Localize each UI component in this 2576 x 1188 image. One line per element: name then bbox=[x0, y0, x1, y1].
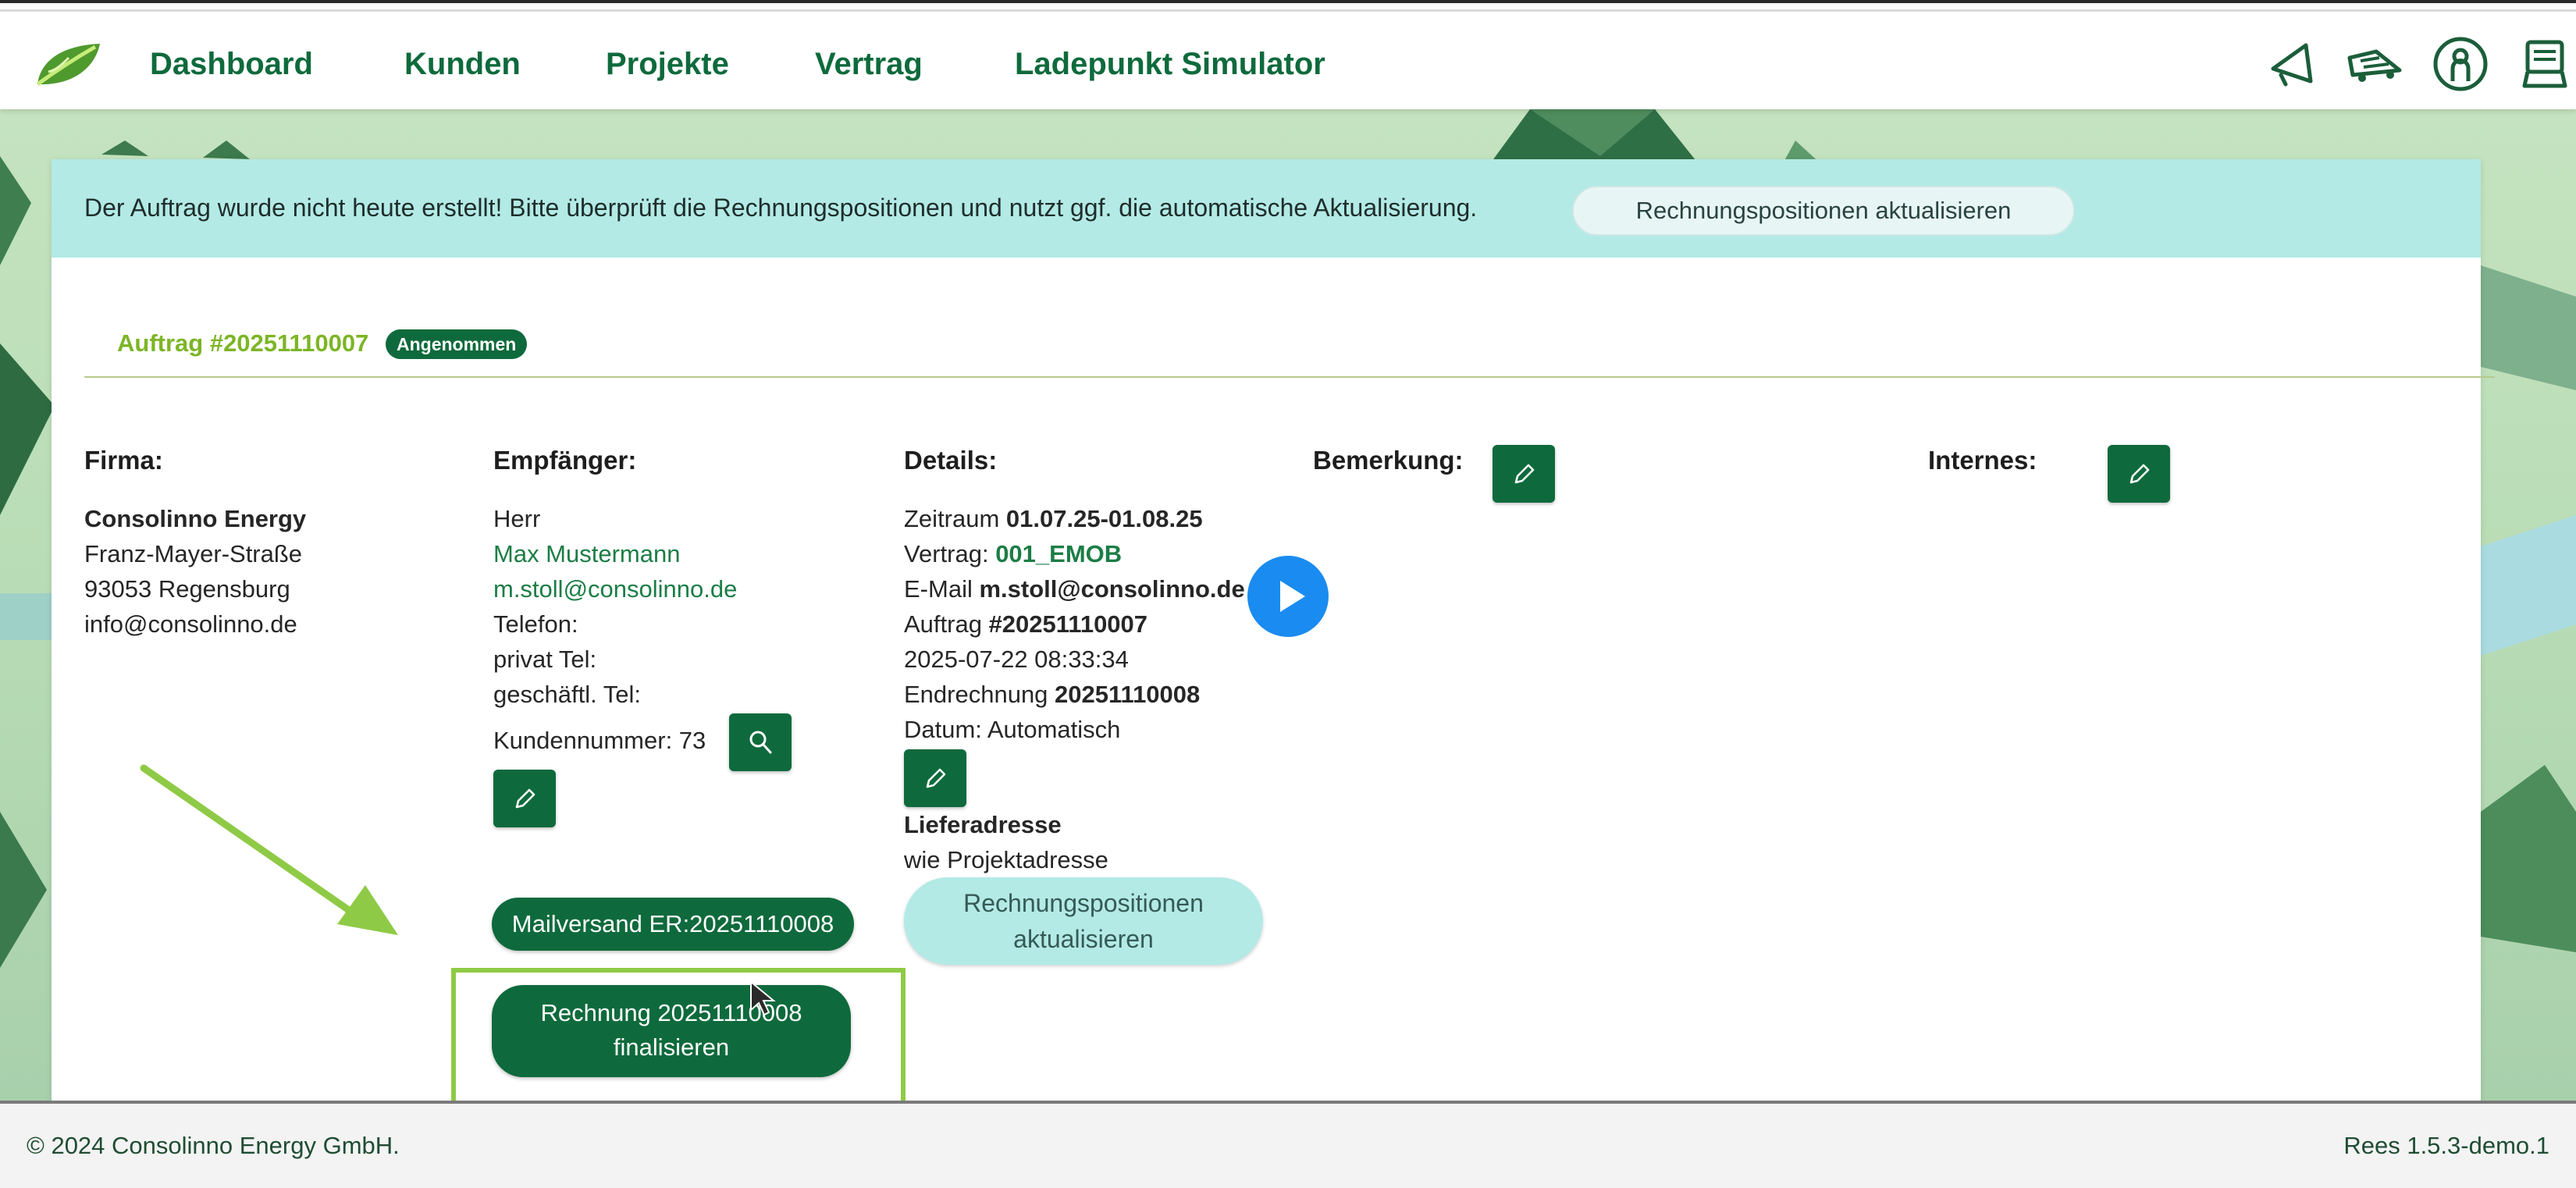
pencil-icon bbox=[515, 788, 535, 809]
pencil-icon bbox=[1514, 464, 1535, 484]
status-badge: Angenommen bbox=[386, 329, 528, 359]
pencil-icon bbox=[926, 768, 946, 788]
nav-vertrag[interactable]: Vertrag bbox=[815, 39, 923, 89]
order-number: #20251110007 bbox=[209, 329, 369, 357]
auftrag-value: #20251110007 bbox=[988, 610, 1148, 638]
endrechnung-label: Endrechnung bbox=[904, 681, 1055, 708]
order-title-prefix: Auftrag bbox=[117, 329, 210, 357]
update-positions-label-line1: Rechnungspositionen bbox=[963, 889, 1204, 917]
update-positions-button[interactable]: Rechnungspositionen aktualisieren bbox=[904, 877, 1263, 965]
firma-email: info@consolinno.de bbox=[84, 610, 297, 638]
details-auftrag: Auftrag #20251110007 bbox=[904, 606, 1147, 642]
top-rule bbox=[0, 9, 2576, 12]
play-icon bbox=[1280, 581, 1305, 612]
email-label: E-Mail bbox=[904, 575, 980, 603]
zeitraum-value: 01.07.25-01.08.25 bbox=[1005, 505, 1203, 532]
zeitraum-label: Zeitraum bbox=[904, 505, 1006, 532]
firma-name: Consolinno Energy bbox=[84, 505, 307, 532]
details-timestamp: 2025-07-22 08:33:34 bbox=[904, 646, 1129, 673]
section-divider bbox=[84, 376, 2495, 378]
cart-icon[interactable] bbox=[2515, 34, 2574, 94]
email-value: m.stoll@consolinno.de bbox=[979, 575, 1245, 603]
nav-projekte[interactable]: Projekte bbox=[606, 39, 729, 89]
truck-icon[interactable] bbox=[2345, 34, 2404, 94]
empfaenger-privat-tel: privat Tel: bbox=[493, 646, 597, 673]
user-icon[interactable] bbox=[2431, 34, 2490, 94]
details-email: E-Mail m.stoll@consolinno.de bbox=[904, 571, 1245, 606]
mailversand-button[interactable]: Mailversand ER:20251110008 bbox=[492, 898, 854, 951]
mouse-cursor-icon bbox=[750, 980, 776, 1016]
details-datum: Datum: Automatisch bbox=[904, 716, 1121, 743]
top-navigation-bar: Dashboard Kunden Projekte Vertrag Ladepu… bbox=[0, 0, 2576, 109]
edit-details-button[interactable] bbox=[904, 749, 966, 807]
pencil-icon bbox=[2129, 464, 2150, 484]
search-customer-button[interactable] bbox=[729, 713, 792, 771]
search-icon bbox=[749, 731, 772, 754]
edit-recipient-button[interactable] bbox=[493, 770, 556, 827]
nav-kunden[interactable]: Kunden bbox=[404, 39, 521, 89]
nav-ladepunkt-simulator[interactable]: Ladepunkt Simulator bbox=[1015, 39, 1325, 89]
footer-version: Rees 1.5.3-demo.1 bbox=[2343, 1132, 2549, 1159]
update-positions-label-line2: aktualisieren bbox=[1013, 925, 1154, 953]
megaphone-icon[interactable] bbox=[2262, 34, 2322, 94]
details-vertrag: Vertrag: 001_EMOB bbox=[904, 536, 1122, 571]
empfaenger-heading: Empfänger: bbox=[493, 446, 637, 475]
lieferadresse-value: wie Projektadresse bbox=[904, 846, 1108, 873]
endrechnung-value: 20251110008 bbox=[1055, 681, 1201, 708]
empfaenger-geschaeftl-tel: geschäftl. Tel: bbox=[493, 681, 641, 708]
empfaenger-salutation: Herr bbox=[493, 505, 541, 532]
auftrag-label: Auftrag bbox=[904, 610, 989, 638]
vertrag-label: Vertrag: bbox=[904, 540, 996, 567]
kundennummer: Kundennummer: 73 bbox=[493, 727, 706, 754]
footer: © 2024 Consolinno Energy GmbH. Rees 1.5.… bbox=[0, 1101, 2576, 1188]
banner-update-positions-button[interactable]: Rechnungspositionen aktualisieren bbox=[1572, 186, 2075, 236]
vertrag-link[interactable]: 001_EMOB bbox=[995, 540, 1122, 567]
empfaenger-name-link[interactable]: Max Mustermann bbox=[493, 536, 680, 571]
internes-heading: Internes: bbox=[1928, 446, 2037, 475]
edit-internes-button[interactable] bbox=[2108, 445, 2170, 503]
empfaenger-telefon: Telefon: bbox=[493, 610, 578, 638]
order-title: Auftrag #20251110007 bbox=[117, 326, 368, 361]
annotation-highlight-box bbox=[451, 968, 906, 1105]
details-heading: Details: bbox=[904, 446, 998, 475]
leaf-logo-icon[interactable] bbox=[33, 41, 103, 89]
firma-street: Franz-Mayer-Straße bbox=[84, 540, 303, 567]
nav-dashboard[interactable]: Dashboard bbox=[150, 39, 313, 89]
warning-banner: Der Auftrag wurde nicht heute erstellt! … bbox=[52, 159, 2481, 258]
firma-heading: Firma: bbox=[84, 446, 163, 475]
video-play-button[interactable] bbox=[1247, 556, 1329, 637]
firma-city: 93053 Regensburg bbox=[84, 575, 290, 603]
bemerkung-heading: Bemerkung: bbox=[1313, 446, 1464, 475]
empfaenger-email-link[interactable]: m.stoll@consolinno.de bbox=[493, 571, 737, 606]
details-endrechnung: Endrechnung 20251110008 bbox=[904, 677, 1200, 712]
annotation-arrow bbox=[140, 764, 398, 935]
footer-copyright: © 2024 Consolinno Energy GmbH. bbox=[27, 1132, 400, 1159]
lieferadresse-heading: Lieferadresse bbox=[904, 811, 1062, 838]
details-zeitraum: Zeitraum 01.07.25-01.08.25 bbox=[904, 501, 1203, 536]
edit-bemerkung-button[interactable] bbox=[1493, 445, 1555, 503]
warning-banner-text: Der Auftrag wurde nicht heute erstellt! … bbox=[84, 194, 1478, 222]
